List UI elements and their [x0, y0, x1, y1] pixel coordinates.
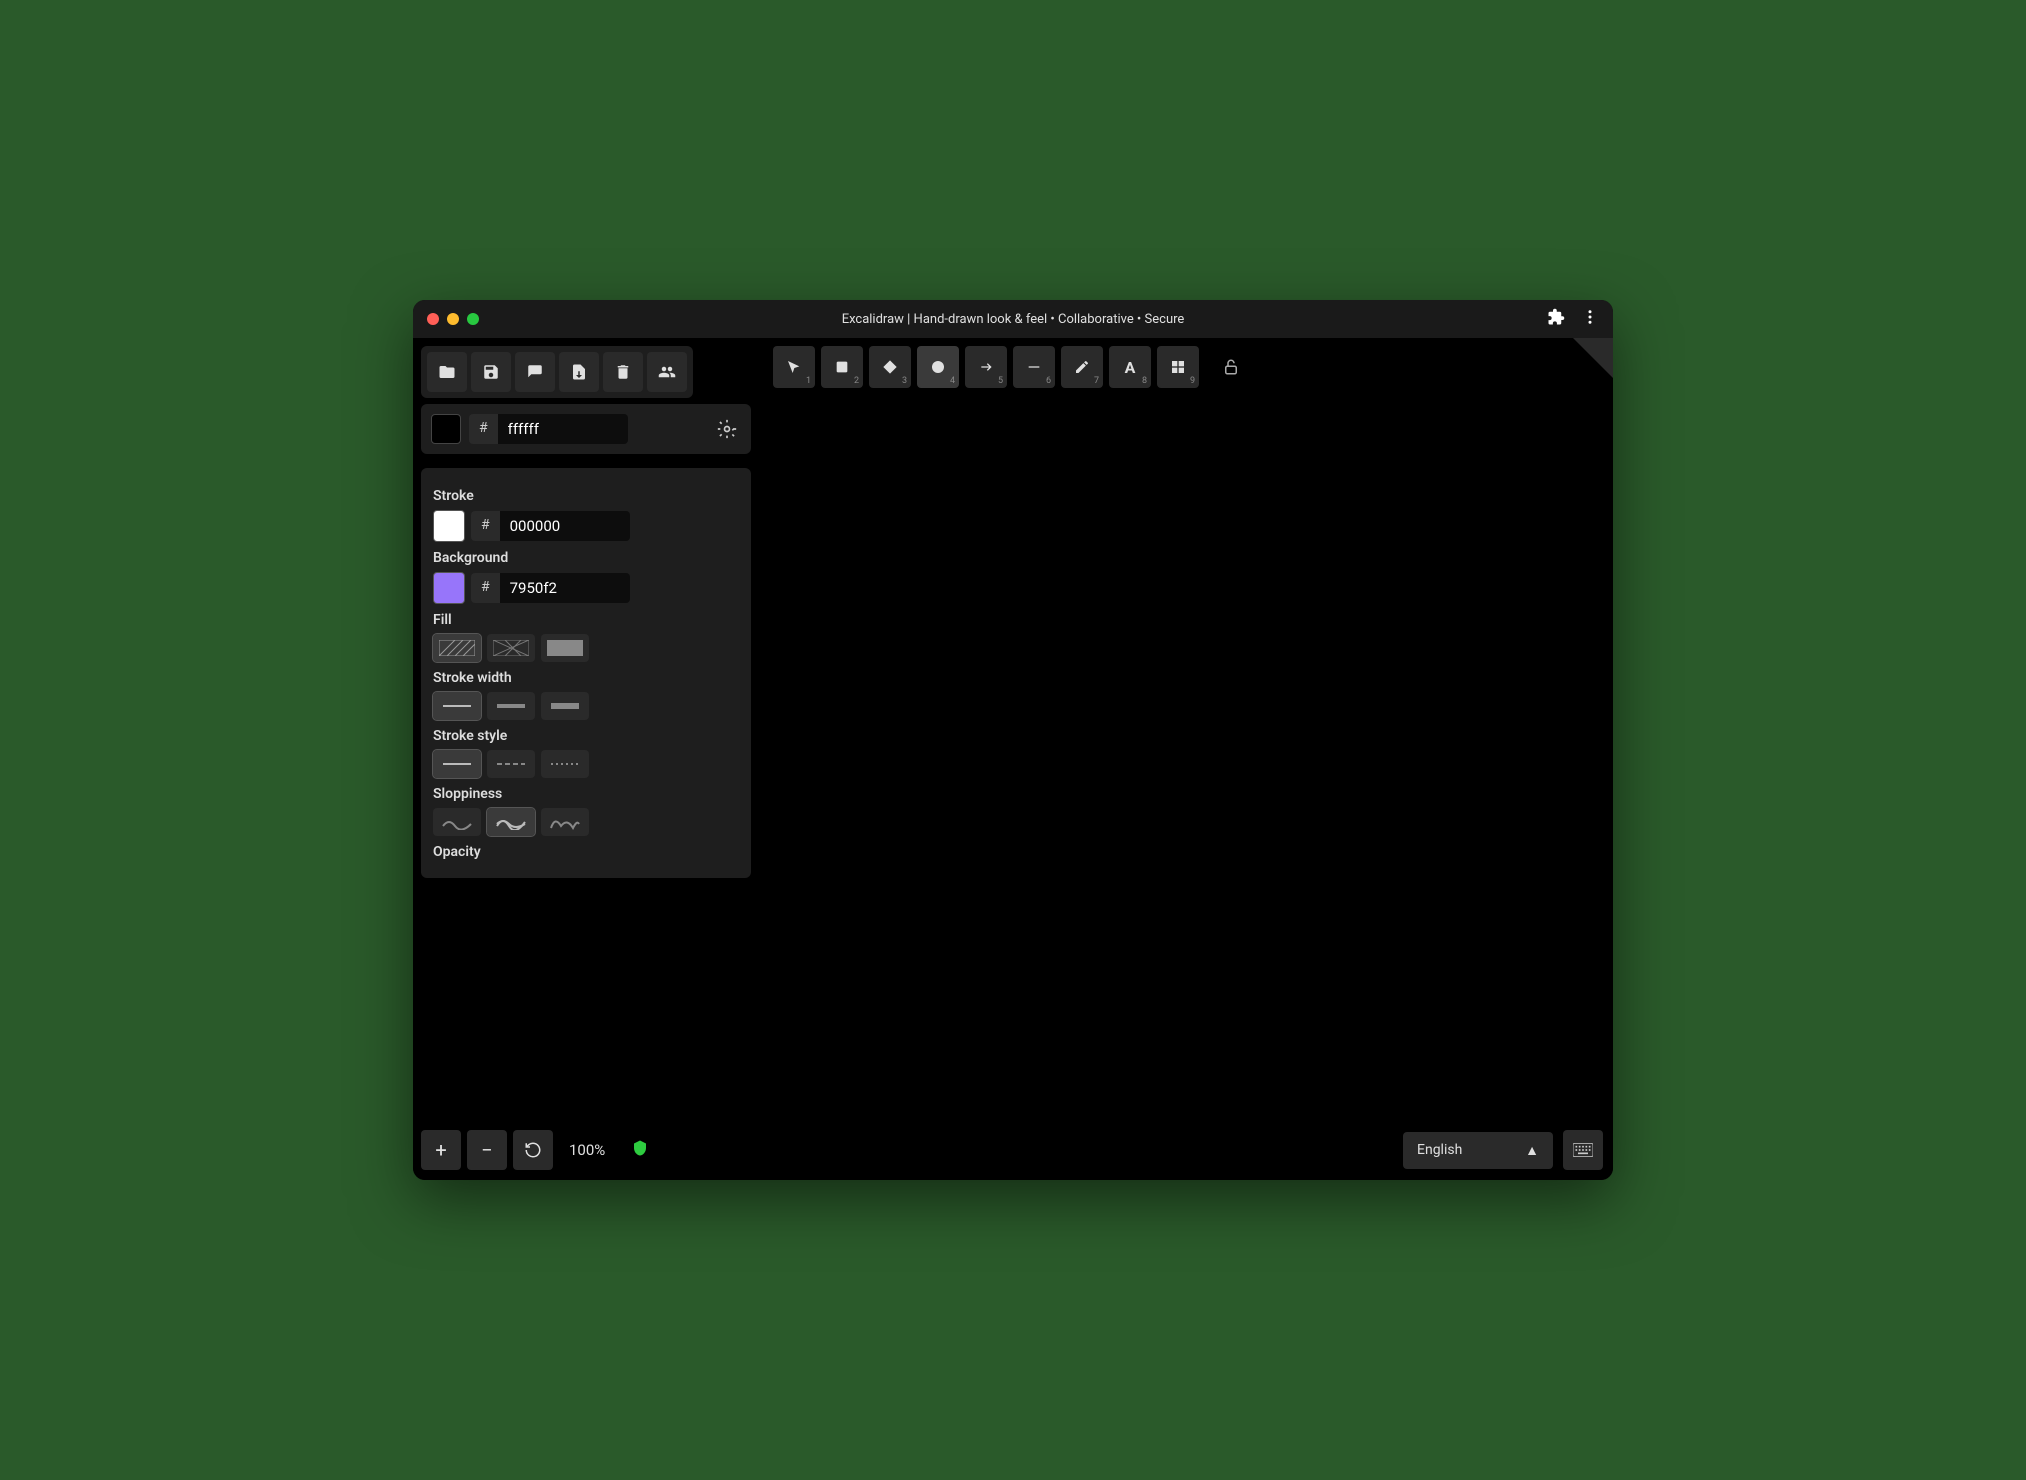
window-title: Excalidraw | Hand-drawn look & feel • Co… — [842, 312, 1185, 327]
sloppiness-cartoonist[interactable] — [541, 808, 589, 836]
tool-draw[interactable]: 7 — [1061, 346, 1103, 388]
hash-label: # — [469, 414, 498, 444]
background-swatch[interactable] — [433, 572, 465, 604]
zoom-reset-button[interactable] — [513, 1130, 553, 1170]
stroke-style-dashed[interactable] — [487, 750, 535, 778]
export-button[interactable] — [559, 352, 599, 392]
extension-icon[interactable] — [1547, 308, 1565, 330]
bottom-right-panel: English ▲ — [1403, 1130, 1603, 1170]
sloppiness-architect[interactable] — [433, 808, 481, 836]
background-label: Background — [433, 550, 739, 566]
canvas-color-panel: # — [421, 404, 751, 454]
stroke-width-thin[interactable] — [433, 692, 481, 720]
stroke-label: Stroke — [433, 488, 739, 504]
collaborate-button[interactable] — [647, 352, 687, 392]
zoom-value: 100% — [559, 1141, 615, 1159]
hash-label: # — [471, 573, 500, 603]
background-color-input[interactable] — [500, 573, 630, 603]
canvas-color-input[interactable] — [498, 414, 628, 444]
stroke-width-thick[interactable] — [541, 692, 589, 720]
opacity-label: Opacity — [433, 844, 739, 860]
maximize-window-button[interactable] — [467, 313, 479, 325]
settings-button[interactable] — [713, 415, 741, 443]
tool-grid[interactable]: 9 — [1157, 346, 1199, 388]
fill-label: Fill — [433, 612, 739, 628]
delete-button[interactable] — [603, 352, 643, 392]
zoom-panel: + − 100% — [421, 1130, 649, 1170]
app-body: # 1 2 3 4 5 6 7 A8 9 Stroke # — [413, 338, 1613, 1180]
stroke-style-dotted[interactable] — [541, 750, 589, 778]
fill-cross[interactable] — [487, 634, 535, 662]
close-window-button[interactable] — [427, 313, 439, 325]
zoom-out-button[interactable]: − — [467, 1130, 507, 1170]
stroke-swatch[interactable] — [433, 510, 465, 542]
fill-hachure[interactable] — [433, 634, 481, 662]
tool-arrow[interactable]: 5 — [965, 346, 1007, 388]
file-actions-panel — [421, 346, 693, 398]
tool-text[interactable]: A8 — [1109, 346, 1151, 388]
traffic-lights — [427, 313, 479, 325]
stroke-style-label: Stroke style — [433, 728, 739, 744]
language-select[interactable]: English ▲ — [1403, 1132, 1553, 1169]
tool-rectangle[interactable]: 2 — [821, 346, 863, 388]
minimize-window-button[interactable] — [447, 313, 459, 325]
hash-label: # — [471, 511, 500, 541]
zoom-in-button[interactable]: + — [421, 1130, 461, 1170]
open-button[interactable] — [427, 352, 467, 392]
corner-tab[interactable] — [1573, 338, 1613, 378]
stroke-width-medium[interactable] — [487, 692, 535, 720]
chevron-up-icon: ▲ — [1525, 1142, 1539, 1159]
keyboard-button[interactable] — [1563, 1130, 1603, 1170]
shield-icon — [631, 1139, 649, 1161]
canvas-color-swatch[interactable] — [431, 414, 461, 444]
stroke-style-solid[interactable] — [433, 750, 481, 778]
stroke-width-label: Stroke width — [433, 670, 739, 686]
fill-solid[interactable] — [541, 634, 589, 662]
more-menu-icon[interactable] — [1581, 308, 1599, 330]
app-window: Excalidraw | Hand-drawn look & feel • Co… — [413, 300, 1613, 1180]
save-as-button[interactable] — [515, 352, 555, 392]
tool-line[interactable]: 6 — [1013, 346, 1055, 388]
lock-button[interactable] — [1215, 351, 1247, 383]
sloppiness-artist[interactable] — [487, 808, 535, 836]
tool-diamond[interactable]: 3 — [869, 346, 911, 388]
titlebar: Excalidraw | Hand-drawn look & feel • Co… — [413, 300, 1613, 338]
properties-panel: Stroke # Background # Fill — [421, 468, 751, 878]
save-button[interactable] — [471, 352, 511, 392]
language-value: English — [1417, 1142, 1462, 1158]
tool-ellipse[interactable]: 4 — [917, 346, 959, 388]
tool-select[interactable]: 1 — [773, 346, 815, 388]
tools-panel: 1 2 3 4 5 6 7 A8 9 — [773, 346, 1247, 388]
sloppiness-label: Sloppiness — [433, 786, 739, 802]
stroke-color-input[interactable] — [500, 511, 630, 541]
